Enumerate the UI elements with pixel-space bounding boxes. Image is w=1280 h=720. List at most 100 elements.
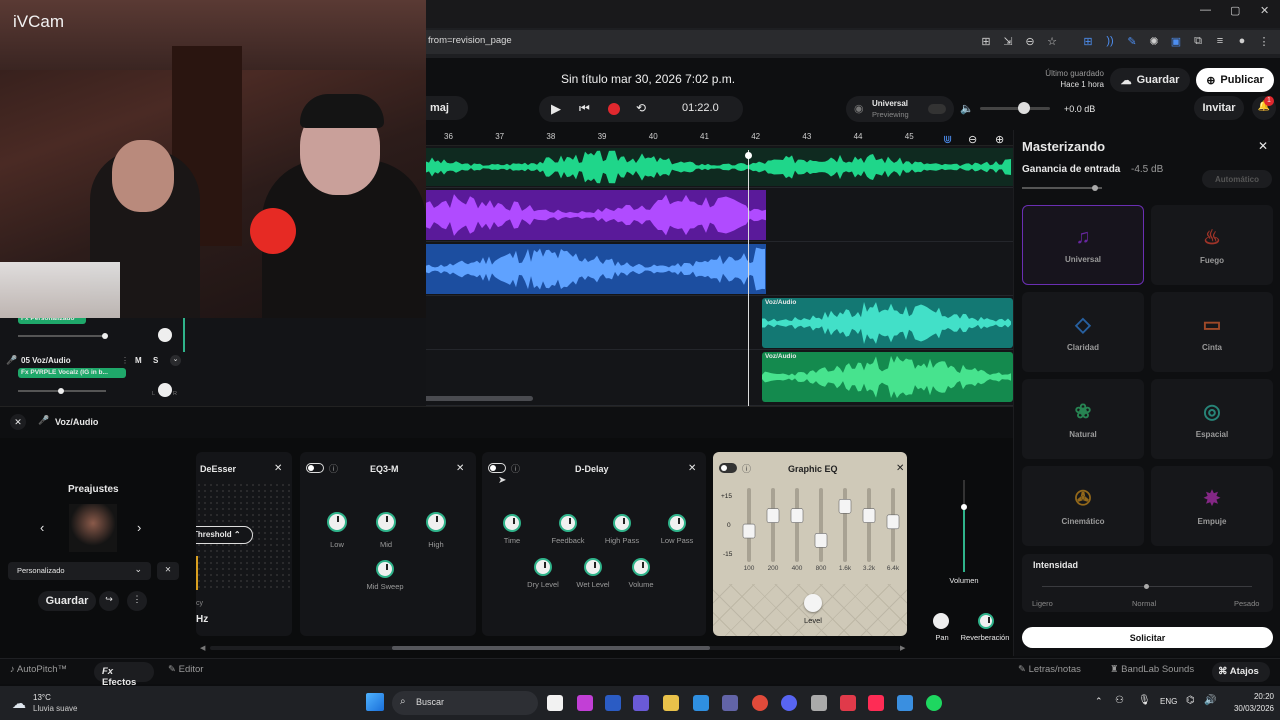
project-title[interactable]: Sin título mar 30, 2026 7:02 p.m. xyxy=(561,72,735,86)
effects-tab[interactable]: Fx Efectos xyxy=(94,662,154,688)
master-preset-card[interactable]: ◎ Espacial xyxy=(1151,379,1273,459)
profile-avatar-icon[interactable]: ● xyxy=(1234,35,1250,47)
master-volume-handle[interactable] xyxy=(1018,102,1030,114)
info-icon[interactable]: ⓘ xyxy=(329,462,338,475)
snap-magnet-icon[interactable]: ⋓ xyxy=(943,133,952,146)
fx-volume-fader[interactable] xyxy=(961,480,967,572)
tiktok-icon[interactable] xyxy=(868,695,884,711)
save-preset-button[interactable]: Guardar xyxy=(38,591,96,611)
previous-preset-icon[interactable]: ‹ xyxy=(40,520,44,535)
auto-button[interactable]: Automático xyxy=(1202,170,1272,188)
zoom-out-icon[interactable]: ⊖ xyxy=(968,133,977,146)
weather-cloud-icon[interactable]: ☁ xyxy=(12,695,26,712)
delay-lowpass-knob[interactable] xyxy=(668,514,686,532)
scroll-left-icon[interactable]: ◀ xyxy=(200,644,205,652)
fx-scroll-thumb[interactable] xyxy=(392,646,710,650)
close-icon[interactable]: ✕ xyxy=(688,463,696,474)
scroll-right-icon[interactable]: ▶ xyxy=(900,644,905,652)
delay-toggle[interactable] xyxy=(488,463,506,473)
key-selector[interactable]: maj xyxy=(426,96,468,120)
threshold-control[interactable]: Threshold ⌃ xyxy=(196,526,253,544)
sounds-tab[interactable]: ♜ BandLab Sounds xyxy=(1110,664,1194,675)
vscode-icon[interactable] xyxy=(693,695,709,711)
weather-temp[interactable]: 13°C xyxy=(33,693,51,702)
geq-level-knob[interactable] xyxy=(804,594,822,612)
mute-button[interactable]: M xyxy=(135,356,142,365)
publish-button[interactable]: ⊕ Publicar xyxy=(1196,68,1274,92)
master-preset-card[interactable]: ❀ Natural xyxy=(1022,379,1144,459)
extension-icon[interactable]: ✎ xyxy=(1124,35,1140,48)
maximize-icon[interactable]: ▢ xyxy=(1230,4,1240,17)
close-icon[interactable]: ✕ xyxy=(1258,139,1268,153)
extension-icon[interactable]: ✺ xyxy=(1146,35,1162,48)
extension-icon[interactable]: ▣ xyxy=(1168,35,1184,48)
windows-start-icon[interactable] xyxy=(366,693,384,711)
track-pan-knob[interactable] xyxy=(158,383,172,397)
close-window-icon[interactable]: ✕ xyxy=(1260,4,1269,17)
app-icon[interactable] xyxy=(840,695,856,711)
geq-band-track[interactable] xyxy=(771,488,775,562)
fx-horizontal-scrollbar[interactable] xyxy=(210,646,900,650)
track-volume-slider[interactable] xyxy=(18,388,106,394)
geq-band-sliders[interactable]: 100 200 400 800 1.6k 3.2k 6.4k xyxy=(735,486,907,572)
track-fx-badge[interactable]: Fx PVRPLE Vocalz (IG in b... xyxy=(18,368,126,378)
master-preset-card[interactable]: ♨ Fuego xyxy=(1151,205,1273,285)
arrange-area[interactable]: Voz/Audio Voz/Audio xyxy=(388,146,1013,406)
spotify-icon[interactable] xyxy=(926,695,942,711)
shortcuts-tab[interactable]: ⌘ Atajos xyxy=(1212,662,1270,682)
word-icon[interactable] xyxy=(605,695,621,711)
master-preset-card[interactable]: ♫ Universal xyxy=(1022,205,1144,285)
master-preset-card[interactable]: ▭ Cinta xyxy=(1151,292,1273,372)
preset-select[interactable]: Personalizado ⌄ xyxy=(8,562,151,580)
master-preset-card[interactable]: ✸ Empuje xyxy=(1151,466,1273,546)
timeline-ruler[interactable]: 36 37 38 39 40 41 42 43 44 45 xyxy=(426,130,1013,146)
bookmark-star-icon[interactable]: ☆ xyxy=(1044,35,1060,48)
track-name[interactable]: 05 Voz/Audio xyxy=(21,356,71,365)
master-preview-pill[interactable]: ◉ Universal Previewing xyxy=(846,96,954,122)
intensity-slider[interactable] xyxy=(1042,584,1252,589)
preset-artwork[interactable] xyxy=(69,504,117,552)
eq-mid-sweep-knob[interactable] xyxy=(376,560,394,578)
tray-mic-icon[interactable]: 🎙 xyxy=(1138,695,1151,706)
geq-band-handle[interactable] xyxy=(766,508,780,523)
geq-band-handle[interactable] xyxy=(886,514,900,530)
close-icon[interactable]: ✕ xyxy=(10,414,26,430)
geq-band-handle[interactable] xyxy=(790,508,804,523)
close-icon[interactable]: ✕ xyxy=(274,463,282,474)
gain-slider-handle[interactable] xyxy=(1092,185,1098,191)
slider-handle[interactable] xyxy=(102,333,108,339)
delay-dry-knob[interactable] xyxy=(534,558,552,576)
app-icon[interactable] xyxy=(811,695,827,711)
delay-highpass-knob[interactable] xyxy=(613,514,631,532)
info-icon[interactable]: ⓘ xyxy=(742,462,751,475)
delay-time-knob[interactable] xyxy=(503,514,521,532)
folder-icon[interactable] xyxy=(663,695,679,711)
prev-track-volume-slider[interactable] xyxy=(18,333,108,339)
close-icon[interactable]: ✕ xyxy=(456,463,464,474)
track-more-icon[interactable]: ⋮ xyxy=(121,356,129,365)
play-icon[interactable]: ▶ xyxy=(551,101,561,117)
clock-date[interactable]: 30/03/2026 xyxy=(1222,704,1274,713)
lyrics-tab[interactable]: ✎ Letras/notas xyxy=(1018,664,1081,675)
info-icon[interactable]: ⓘ xyxy=(511,462,520,475)
delay-feedback-knob[interactable] xyxy=(559,514,577,532)
geq-band-track[interactable] xyxy=(867,488,871,562)
preset-fx-toggle-icon[interactable]: ⨯ xyxy=(157,562,179,580)
taskbar-search[interactable]: ⌕ Buscar xyxy=(392,691,538,715)
audio-clip-vocal-main[interactable] xyxy=(426,244,766,294)
close-icon[interactable]: ✕ xyxy=(896,463,904,474)
translate-icon[interactable]: ⊞ xyxy=(978,35,994,48)
playhead-handle[interactable] xyxy=(745,152,752,159)
extension-icon[interactable]: )) xyxy=(1102,35,1118,47)
fx-pan-knob[interactable] xyxy=(933,613,949,629)
minimize-icon[interactable]: — xyxy=(1200,4,1211,16)
geq-band-track[interactable] xyxy=(819,488,823,562)
next-preset-icon[interactable]: › xyxy=(137,520,141,535)
chrome-icon[interactable] xyxy=(752,695,768,711)
master-preset-card[interactable]: ◇ Claridad xyxy=(1022,292,1144,372)
eq-mid-knob[interactable] xyxy=(376,512,396,532)
eq-high-knob[interactable] xyxy=(426,512,446,532)
speaker-icon[interactable]: 🔈 xyxy=(960,102,974,115)
puzzle-icon[interactable]: ⧉ xyxy=(1190,35,1206,48)
more-options-icon[interactable]: ⋮ xyxy=(127,591,147,611)
